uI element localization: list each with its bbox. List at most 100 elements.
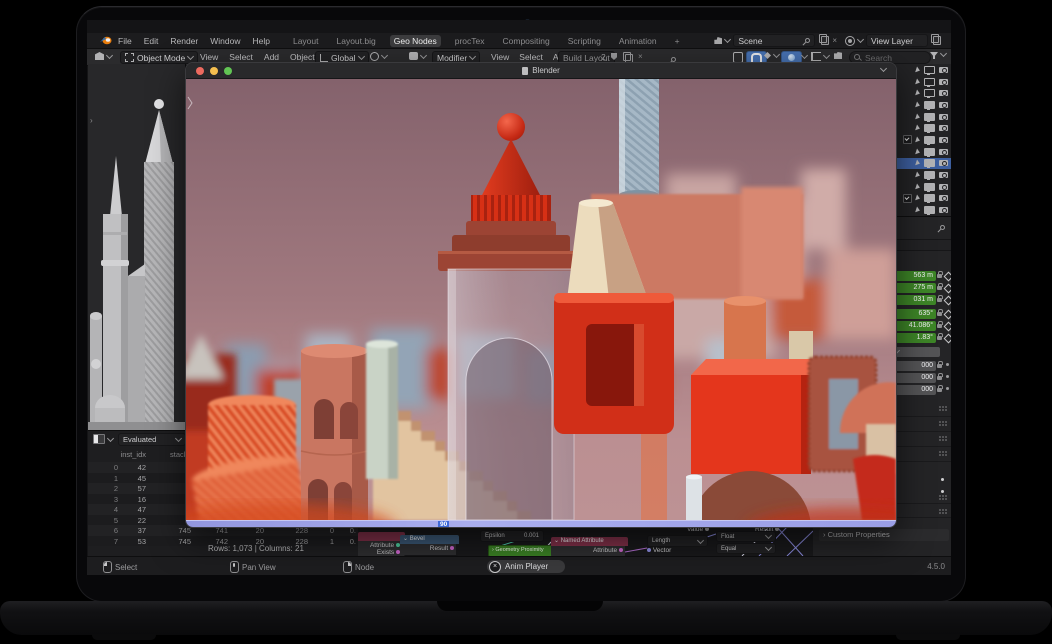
selectable-icon[interactable] [915,90,921,97]
render-visibility-icon[interactable] [939,125,948,131]
viewport-menu-view[interactable]: View [200,52,218,62]
menu-edit[interactable]: Edit [144,36,159,46]
tab-geo-nodes[interactable]: Geo Nodes [390,35,441,47]
lock-icon[interactable] [937,286,942,290]
add-workspace-button[interactable]: + [671,35,684,47]
node-named-attribute-header[interactable]: ⌄ Named Attribute [551,537,628,546]
keyframe-icon[interactable] [944,310,951,320]
scene-copy-icon[interactable] [821,36,829,45]
keyframe-icon[interactable] [944,284,951,294]
animate-dot-icon[interactable] [946,387,949,390]
render-visibility-icon[interactable] [939,79,948,85]
viewlayer-field[interactable]: View Layer [866,34,928,47]
node-attribute-header[interactable] [358,532,405,541]
viewport-menu-add[interactable]: Add [264,52,279,62]
checkbox[interactable] [903,194,912,203]
properties-pin-icon[interactable] [939,224,946,231]
tab-proctex[interactable]: procTex [451,35,489,47]
viewport-visibility-icon[interactable] [924,206,935,214]
render-visibility-icon[interactable] [939,67,948,73]
render-preview-window[interactable]: Blender [185,62,897,528]
selectable-icon[interactable] [915,172,921,179]
tab-compositing[interactable]: Compositing [499,35,554,47]
nodetree-unlink-icon[interactable]: × [638,52,643,61]
render-visibility-icon[interactable] [939,195,948,201]
keyframe-icon[interactable] [944,322,951,332]
viewport-visibility-icon[interactable] [924,183,935,191]
viewport-visibility-icon[interactable] [924,101,935,109]
compare-operation-dropdown[interactable]: Equal [716,543,776,554]
selectable-icon[interactable] [915,195,921,202]
sidebar-toggle-icon[interactable]: › [90,116,93,125]
render-visibility-icon[interactable] [939,137,948,143]
corner-collapse-icon[interactable] [880,65,887,72]
tab-layout-big[interactable]: Layout.big [333,35,380,47]
lock-icon[interactable] [937,274,942,278]
toggle-dot-icon[interactable] [941,490,944,493]
keyframe-icon[interactable] [944,296,951,306]
selectable-icon[interactable] [915,66,921,73]
zoom-traffic-light[interactable] [224,67,232,75]
toggle-dot-icon[interactable] [941,478,944,481]
outliner-filter-dropdown[interactable] [930,52,946,57]
viewport-visibility-icon[interactable] [924,66,935,74]
menu-render[interactable]: Render [170,36,198,46]
geonodes-menu-select[interactable]: Select [519,52,543,62]
viewport-visibility-icon[interactable] [924,78,935,86]
viewport-visibility-icon[interactable] [924,194,935,202]
stop-icon[interactable]: × [489,561,501,573]
render-visibility-icon[interactable] [939,184,948,190]
dataset-dropdown[interactable]: Evaluated [118,433,186,446]
column-header-inst-idx[interactable]: inst_idx [116,450,146,459]
menu-help[interactable]: Help [252,36,269,46]
lock-icon[interactable] [937,298,942,302]
render-visibility-icon[interactable] [939,90,948,96]
anim-player-button[interactable]: × Anim Player [487,560,565,573]
scene-browse-icon[interactable] [714,37,730,44]
viewport-visibility-icon[interactable] [924,159,935,167]
snap-dropdown[interactable] [764,52,779,59]
minimize-traffic-light[interactable] [210,67,218,75]
scene-unlink-icon[interactable]: × [832,36,837,45]
viewlayer-icon[interactable] [845,36,863,46]
window-titlebar[interactable]: Blender [186,63,896,79]
keyframe-icon[interactable] [944,334,951,344]
panel-grip-icon[interactable] [939,421,941,423]
outliner-display-dropdown[interactable] [811,52,829,61]
selectable-icon[interactable] [915,148,921,155]
viewport-visibility-icon[interactable] [924,148,935,156]
panel-grip-icon[interactable] [939,436,941,438]
menu-file[interactable]: File [118,36,132,46]
length-dropdown[interactable]: Length [647,535,708,547]
tab-animation[interactable]: Animation [615,35,661,47]
panel-grip-icon[interactable] [939,406,941,408]
epsilon-field[interactable]: Epsilon0.001 [480,530,544,542]
geonodes-menu-view[interactable]: View [491,52,509,62]
animate-dot-icon[interactable] [946,375,949,378]
lock-icon[interactable] [937,312,942,316]
selectable-icon[interactable] [915,101,921,108]
panel-grip-icon[interactable] [939,509,941,511]
viewport-visibility-icon[interactable] [924,136,935,144]
geonodes-editor-selector[interactable] [409,52,426,60]
selectable-icon[interactable] [915,113,921,120]
animate-dot-icon[interactable] [946,363,949,366]
pin-icon[interactable] [804,37,811,44]
lock-icon[interactable] [937,364,942,368]
render-visibility-icon[interactable] [939,114,948,120]
node-bevel-header[interactable]: ⌄ Bevel [400,535,459,544]
selectable-icon[interactable] [915,160,921,167]
keyframe-icon[interactable] [944,272,951,282]
close-traffic-light[interactable] [196,67,204,75]
render-visibility-icon[interactable] [939,172,948,178]
viewport-3d-clay[interactable]: › [88,64,186,430]
editor-type-selector[interactable] [95,52,112,60]
selectable-icon[interactable] [915,136,921,143]
render-visibility-icon[interactable] [939,160,948,166]
render-visibility-icon[interactable] [939,149,948,155]
checkbox[interactable] [903,135,912,144]
lock-icon[interactable] [937,388,942,392]
lock-icon[interactable] [937,376,942,380]
viewport-visibility-icon[interactable] [924,89,935,97]
panel-grip-icon[interactable] [939,495,941,497]
